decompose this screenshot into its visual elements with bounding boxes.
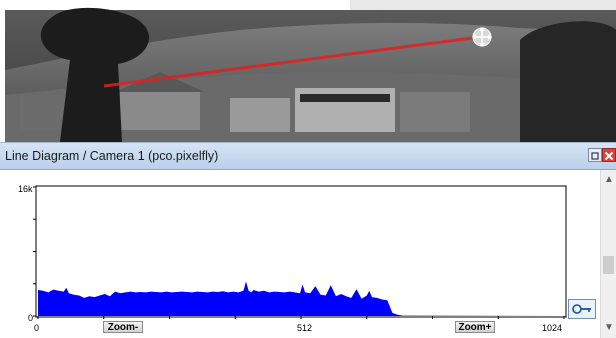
close-icon [604,151,614,161]
building-left [120,90,200,130]
camera-image-view[interactable] [0,0,616,142]
scroll-down-arrow-icon[interactable]: ▼ [601,320,616,336]
building-long-windows [300,94,390,102]
building-middle [230,98,290,132]
restore-icon [591,152,599,160]
y-axis-top-label: 16k [18,184,33,194]
line-diagram-chart[interactable]: 16k 0 0 512 1024 [0,170,600,338]
close-button[interactable] [602,148,616,162]
scroll-up-arrow-icon[interactable]: ▲ [601,172,616,188]
zoom-in-button[interactable]: Zoom+ [455,321,495,333]
zoom-out-button[interactable]: Zoom- [103,321,143,333]
restore-button[interactable] [588,148,602,162]
line-diagram-panel: 16k 0 0 512 1024 Zoom- Zoom+ [0,170,600,338]
scroll-thumb[interactable] [603,256,614,274]
building-right [400,92,470,132]
x-axis-label-0: 0 [34,323,39,333]
camera-image [5,0,616,142]
window-title-bar[interactable]: Line Diagram / Camera 1 (pco.pixelfly) [0,142,616,170]
x-axis-label-1024: 1024 [542,323,562,333]
cursor-tool-button[interactable] [568,299,596,319]
y-axis-bottom-label: 0 [28,313,33,323]
top-strip [350,0,616,10]
tree-right [520,21,616,142]
vertical-scrollbar[interactable]: ▲ ▼ [600,170,616,338]
key-cursor-icon [572,304,591,314]
window-title: Line Diagram / Camera 1 (pco.pixelfly) [5,149,219,163]
x-axis-label-512: 512 [297,323,312,333]
